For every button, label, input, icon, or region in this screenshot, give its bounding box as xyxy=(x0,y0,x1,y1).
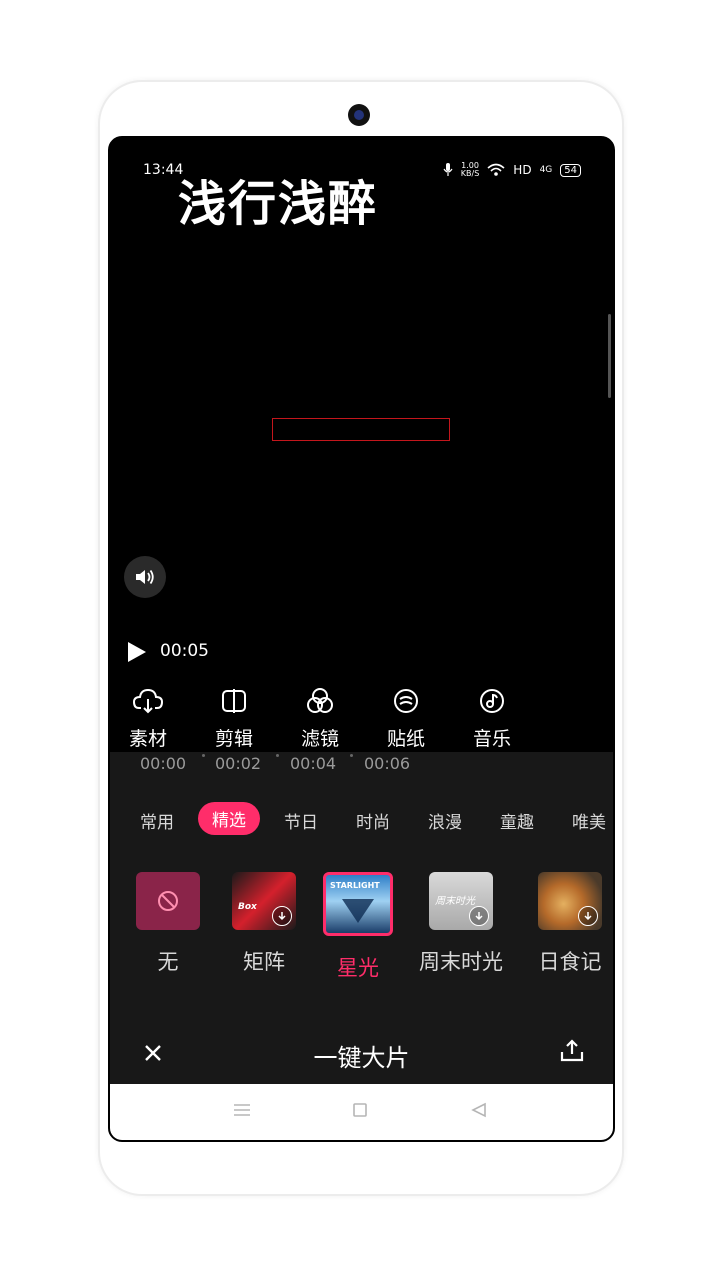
network-speed: 1.00 KB/S xyxy=(461,162,480,178)
play-icon xyxy=(128,642,146,662)
category-tabs: 常用 精选 节日 时尚 浪漫 童趣 唯美 xyxy=(110,802,613,836)
system-nav-bar xyxy=(110,1084,613,1140)
tool-filter-label: 滤镜 xyxy=(300,728,339,750)
microphone-icon xyxy=(443,163,453,176)
timeline-mark: 00:02 xyxy=(215,754,262,773)
timeline-mark: 00:06 xyxy=(364,754,411,773)
starlight-graphic xyxy=(342,899,374,923)
tab-common[interactable]: 常用 xyxy=(140,808,174,833)
timeline-dot xyxy=(350,754,353,757)
music-icon xyxy=(480,689,504,713)
bottom-action-bar: 一键大片 xyxy=(110,1028,613,1084)
tool-edit[interactable]: 剪辑 xyxy=(201,684,267,751)
split-icon xyxy=(222,689,246,713)
tab-festival[interactable]: 节日 xyxy=(284,808,318,833)
template-thumb xyxy=(538,872,602,930)
page-title: 一键大片 xyxy=(313,1044,410,1072)
template-name: 日食记 xyxy=(538,950,602,974)
timeline-mark: 00:00 xyxy=(140,754,187,773)
tab-fashion[interactable]: 时尚 xyxy=(356,808,390,833)
network-type: 4G xyxy=(539,165,553,175)
timeline-dot xyxy=(202,754,205,757)
tool-bar: 素材 剪辑 滤镜 贴纸 音乐 xyxy=(110,684,613,754)
template-name: 周末时光 xyxy=(419,950,503,974)
export-button[interactable] xyxy=(559,1038,585,1068)
cloud-download-icon xyxy=(133,688,163,714)
template-name: 矩阵 xyxy=(243,950,285,974)
tool-edit-label: 剪辑 xyxy=(214,728,253,750)
download-icon xyxy=(469,906,489,926)
current-time: 00:05 xyxy=(160,641,209,661)
template-daily-food[interactable]: 日食记 xyxy=(538,872,602,976)
template-list: 无 Box 矩阵 STARLIGHT 星光 周末时光 周末时光 日食记 xyxy=(110,872,613,992)
tool-material-label: 素材 xyxy=(128,728,167,750)
battery-indicator: 54 xyxy=(560,163,581,177)
hd-label: HD xyxy=(513,163,532,177)
scroll-indicator xyxy=(608,314,611,398)
speaker-icon xyxy=(136,569,154,585)
template-thumb: Box xyxy=(232,872,296,930)
wifi-icon xyxy=(487,163,505,176)
volume-button[interactable] xyxy=(124,556,166,598)
download-icon xyxy=(578,906,598,926)
thumb-caption: Box xyxy=(238,902,257,912)
video-frame-box xyxy=(272,418,450,441)
template-weekend[interactable]: 周末时光 周末时光 xyxy=(419,872,503,976)
sticker-icon xyxy=(394,689,418,713)
menu-nav-icon[interactable] xyxy=(232,1102,252,1118)
play-button[interactable] xyxy=(126,640,148,668)
template-none[interactable]: 无 xyxy=(136,872,200,976)
tool-sticker[interactable]: 贴纸 xyxy=(373,684,439,751)
timeline-ruler: 00:00 00:02 00:04 00:06 xyxy=(110,752,613,778)
tool-filter[interactable]: 滤镜 xyxy=(287,684,353,751)
template-matrix[interactable]: Box 矩阵 xyxy=(232,872,296,976)
thumb-caption: STARLIGHT xyxy=(330,881,380,890)
app-screen: 13:44 1.00 KB/S HD 4G 54 浅行浅醉 00:05 素材 剪… xyxy=(108,136,615,1142)
status-indicators: 1.00 KB/S HD 4G 54 xyxy=(443,162,581,178)
front-camera xyxy=(348,104,370,126)
template-name: 无 xyxy=(157,950,179,974)
tab-aesthetic[interactable]: 唯美 xyxy=(572,808,606,833)
tool-music[interactable]: 音乐 xyxy=(459,684,525,751)
tool-music-label: 音乐 xyxy=(472,728,511,750)
template-thumb: 周末时光 xyxy=(429,872,493,930)
filter-icon xyxy=(307,688,333,713)
tab-romance[interactable]: 浪漫 xyxy=(428,808,462,833)
timeline-mark: 00:04 xyxy=(290,754,337,773)
tab-childlike[interactable]: 童趣 xyxy=(500,808,534,833)
home-nav-icon[interactable] xyxy=(352,1102,368,1118)
thumb-caption: 周末时光 xyxy=(435,896,475,907)
template-starlight[interactable]: STARLIGHT 星光 xyxy=(323,872,393,982)
template-thumb xyxy=(136,872,200,930)
speed-unit: KB/S xyxy=(460,169,480,178)
tool-sticker-label: 贴纸 xyxy=(386,728,425,750)
template-name: 星光 xyxy=(337,956,379,980)
video-title-overlay: 浅行浅醉 xyxy=(178,176,379,232)
download-icon xyxy=(272,906,292,926)
tool-material[interactable]: 素材 xyxy=(115,684,181,751)
back-nav-icon[interactable] xyxy=(470,1102,488,1118)
timeline-dot xyxy=(276,754,279,757)
share-icon xyxy=(560,1039,584,1062)
no-entry-icon xyxy=(158,891,178,911)
template-thumb: STARLIGHT xyxy=(323,872,393,936)
tab-featured[interactable]: 精选 xyxy=(198,802,260,835)
